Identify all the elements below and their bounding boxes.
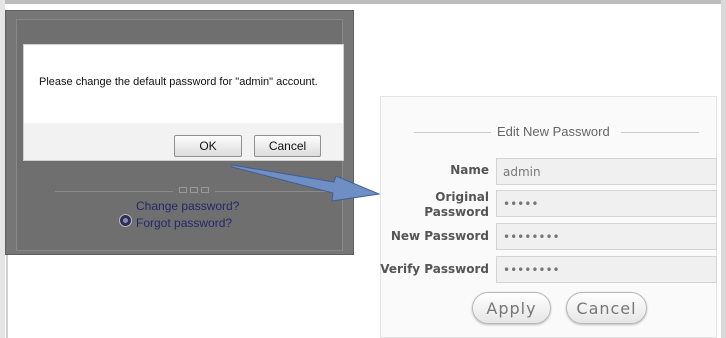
apply-button[interactable]: Apply [472, 292, 551, 324]
name-label: Name [450, 163, 489, 177]
original-password-label-line1: Original [435, 190, 489, 204]
cancel-form-button[interactable]: Cancel [566, 292, 647, 324]
original-password-field[interactable]: ••••• [496, 190, 717, 217]
verify-password-label: Verify Password [380, 262, 489, 276]
new-password-field[interactable]: •••••••• [496, 223, 717, 250]
verify-password-field[interactable]: •••••••• [496, 256, 717, 283]
legend-line-left [414, 132, 491, 133]
name-field[interactable]: admin [496, 158, 717, 185]
legend-line-right [621, 132, 699, 133]
edit-password-form: Edit New Password Name admin Original Pa… [380, 96, 717, 338]
original-password-label: Original Password [424, 190, 489, 220]
new-password-label: New Password [390, 229, 489, 243]
original-password-label-line2: Password [424, 205, 489, 219]
form-legend: Edit New Password [495, 124, 612, 139]
